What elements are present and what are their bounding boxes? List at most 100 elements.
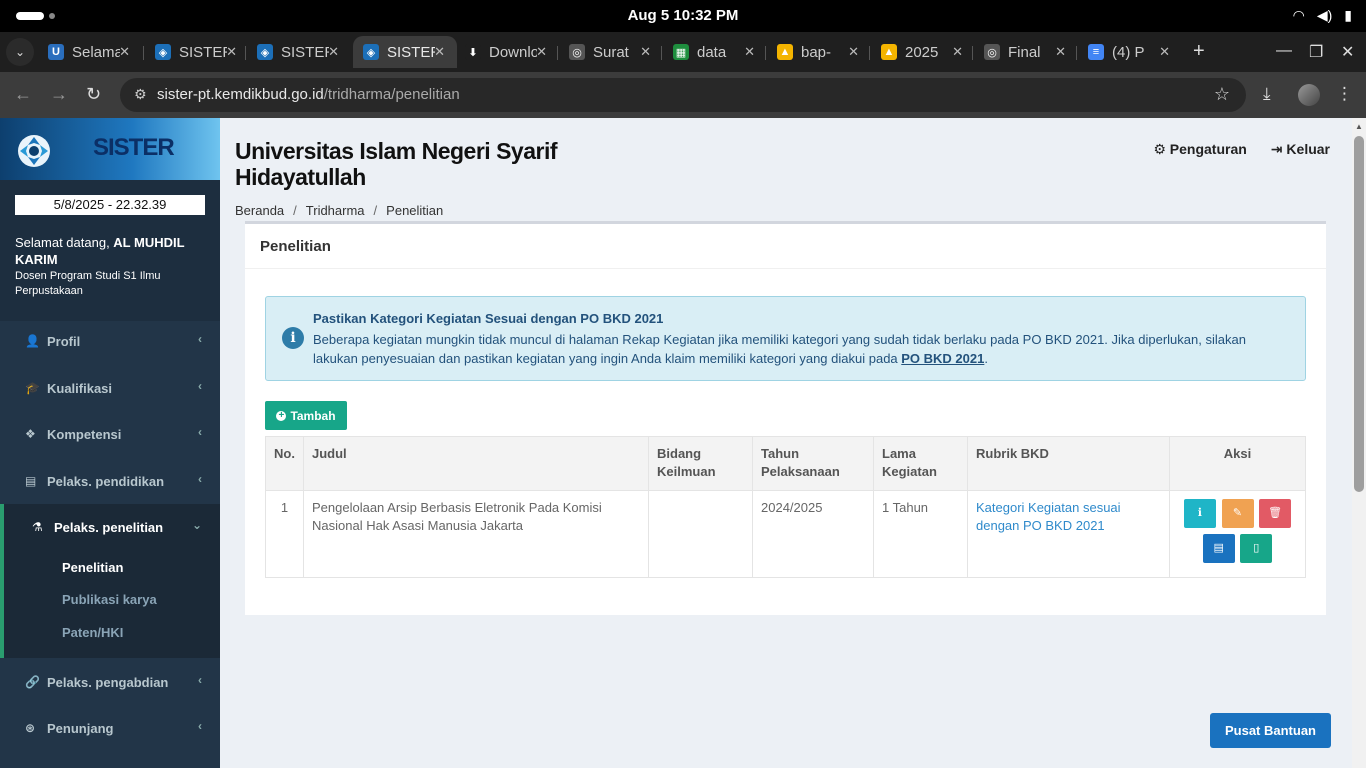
cell-rubrik: Kategori Kegiatan sesuai dengan PO BKD 2…	[967, 490, 1170, 578]
back-button[interactable]: ←	[14, 84, 32, 105]
add-button[interactable]: + Tambah	[265, 401, 347, 430]
tab-favicon-icon: ⬇	[465, 44, 481, 60]
logout-link[interactable]: ⇥ Keluar	[1271, 141, 1330, 158]
close-tab-icon[interactable]: ✕	[744, 44, 755, 60]
column-header-aksi: Aksi	[1169, 436, 1306, 491]
tab-title: data	[697, 43, 727, 61]
tab-title: Surat	[593, 43, 629, 61]
settings-link[interactable]: ⚙ Pengaturan	[1153, 141, 1246, 158]
sidebar-item-penunjang[interactable]: ⊛ Penunjang ‹	[0, 705, 220, 751]
browser-tab[interactable]: ▦ data ✕	[663, 36, 767, 68]
close-tab-icon[interactable]: ✕	[848, 44, 859, 60]
tab-search-button[interactable]: ⌄	[6, 38, 34, 66]
os-top-bar: Aug 5 10:32 PM ◠ ◀) ▮	[0, 0, 1366, 32]
document-button[interactable]: ▯	[1240, 534, 1273, 563]
sidebar-item-pelaks-pendidikan[interactable]: ▤ Pelaks. pendidikan ‹	[0, 458, 220, 504]
close-tab-icon[interactable]: ✕	[640, 44, 651, 60]
browser-toolbar: ← → ↻ ⚙ sister-pt.kemdikbud.go.id/tridha…	[0, 72, 1366, 118]
system-clock[interactable]: Aug 5 10:32 PM	[0, 7, 1366, 24]
profile-avatar[interactable]	[1298, 84, 1320, 106]
breadcrumb-tridharma[interactable]: Tridharma	[306, 203, 365, 218]
close-tab-icon[interactable]: ✕	[119, 44, 130, 60]
page-scrollbar[interactable]: ▲	[1352, 118, 1366, 768]
sidebar-item-profil[interactable]: 👤 Profil ‹	[0, 318, 220, 364]
book-icon: ▤	[25, 474, 37, 488]
close-tab-icon[interactable]: ✕	[952, 44, 963, 60]
url-text[interactable]: sister-pt.kemdikbud.go.id/tridharma/pene…	[157, 86, 460, 103]
sidebar-item-kompetensi[interactable]: ❖ Kompetensi ‹	[0, 411, 220, 457]
edit-button[interactable]: ✎	[1221, 499, 1254, 528]
browser-tab[interactable]: ◈ SISTER✕	[353, 36, 457, 68]
submenu-item-paten-hki[interactable]: Paten/HKI	[62, 625, 123, 640]
submenu-item-penelitian[interactable]: Penelitian	[62, 560, 123, 575]
close-tab-icon[interactable]: ✕	[536, 44, 547, 60]
po-bkd-link[interactable]: PO BKD 2021	[901, 351, 984, 366]
edit-icon: ✎	[1232, 507, 1243, 519]
breadcrumb-beranda[interactable]: Beranda	[235, 203, 284, 218]
tab-favicon-icon: U	[48, 44, 64, 60]
penelitian-submenu: Penelitian Publikasi karya Paten/HKI	[0, 548, 220, 658]
scrollbar-thumb[interactable]	[1354, 136, 1364, 492]
browser-menu-icon[interactable]: ⋮	[1336, 84, 1353, 104]
browser-tab[interactable]: ≡ (4) P ✕	[1078, 36, 1182, 68]
tab-separator	[869, 46, 870, 60]
graduation-cap-icon: 🎓	[25, 381, 40, 395]
book-button[interactable]: ▤	[1202, 534, 1235, 563]
battery-icon[interactable]: ▮	[1344, 7, 1352, 24]
browser-tab[interactable]: ⬇ Downloads✕	[455, 36, 559, 68]
address-bar[interactable]: ⚙ sister-pt.kemdikbud.go.id/tridharma/pe…	[120, 78, 1246, 112]
browser-tab[interactable]: ▲ 2025 ✕	[871, 36, 975, 68]
close-window-button[interactable]: ✕	[1341, 42, 1354, 62]
sidebar-item-pelaks-penelitian[interactable]: ⚗ Pelaks. penelitian ⌄	[0, 504, 220, 550]
browser-tab[interactable]: ▲ bap- ✕	[767, 36, 871, 68]
tab-title: (4) P	[1112, 43, 1145, 61]
close-tab-icon[interactable]: ✕	[1159, 44, 1170, 60]
tab-favicon-icon: ◈	[363, 44, 379, 60]
site-info-icon[interactable]: ⚙	[134, 86, 147, 103]
help-center-button[interactable]: Pusat Bantuan	[1210, 713, 1331, 748]
browser-tab[interactable]: ◈ SISTER✕	[145, 36, 249, 68]
detail-button[interactable]: ℹ	[1183, 499, 1216, 528]
download-icon[interactable]: ⤓	[1263, 84, 1271, 104]
submenu-item-publikasi-karya[interactable]: Publikasi karya	[62, 592, 157, 607]
gear-icon: ⚙	[1153, 141, 1166, 157]
browser-tab[interactable]: ◎ Final ✕	[974, 36, 1078, 68]
brand-header[interactable]: SISTER	[0, 118, 220, 180]
column-header-tahun: Tahun Pelaksanaan	[752, 436, 874, 491]
close-tab-icon[interactable]: ✕	[328, 44, 339, 60]
alert-body-tail: .	[984, 351, 988, 366]
sidebar-item-label: Kompetensi	[47, 426, 122, 442]
browser-tab[interactable]: U Selamat✕	[38, 36, 142, 68]
wifi-icon[interactable]: ◠	[1293, 7, 1305, 24]
rubrik-link[interactable]: Kategori Kegiatan sesuai dengan PO BKD 2…	[976, 500, 1121, 533]
minimize-button[interactable]: —	[1276, 42, 1292, 60]
close-tab-icon[interactable]: ✕	[434, 44, 445, 60]
volume-icon[interactable]: ◀)	[1317, 7, 1332, 24]
user-role: Dosen Program Studi S1 Ilmu Perpustakaan	[15, 270, 161, 297]
new-tab-button[interactable]: +	[1193, 40, 1205, 63]
sidebar-item-label: Pelaks. penelitian	[54, 519, 164, 535]
sidebar-item-label: Pelaks. pendidikan	[47, 473, 165, 489]
forward-button[interactable]: →	[50, 84, 68, 105]
penelitian-card: Penelitian i Pastikan Kategori Kegiatan …	[245, 221, 1326, 615]
sidebar-item-pelaks-pengabdian[interactable]: 🔗 Pelaks. pengabdian ‹	[0, 659, 220, 705]
life-ring-icon: ⊛	[25, 721, 36, 735]
maximize-button[interactable]: ❐	[1309, 42, 1323, 62]
delete-button[interactable]: 🗑	[1259, 499, 1292, 528]
bookmark-star-icon[interactable]: ☆	[1214, 84, 1230, 105]
close-tab-icon[interactable]: ✕	[226, 44, 237, 60]
info-icon: ℹ	[1197, 507, 1202, 519]
tab-title: 2025	[905, 43, 939, 61]
tab-title: bap-	[801, 43, 832, 61]
info-circle-icon: i	[282, 327, 304, 349]
close-tab-icon[interactable]: ✕	[1055, 44, 1066, 60]
sidebar-item-kualifikasi[interactable]: 🎓 Kualifikasi ‹	[0, 365, 220, 411]
reload-button[interactable]: ↻	[86, 84, 101, 105]
cubes-icon: ❖	[25, 427, 36, 441]
chevron-left-icon: ‹	[198, 673, 202, 687]
scroll-up-arrow-icon[interactable]: ▲	[1355, 122, 1363, 131]
browser-tab[interactable]: ◈ SISTER✕	[247, 36, 351, 68]
alert-title: Pastikan Kategori Kegiatan Sesuai dengan…	[313, 311, 664, 326]
browser-tab[interactable]: ◎ Surat ✕	[559, 36, 663, 68]
tab-favicon-icon: ◈	[155, 44, 171, 60]
